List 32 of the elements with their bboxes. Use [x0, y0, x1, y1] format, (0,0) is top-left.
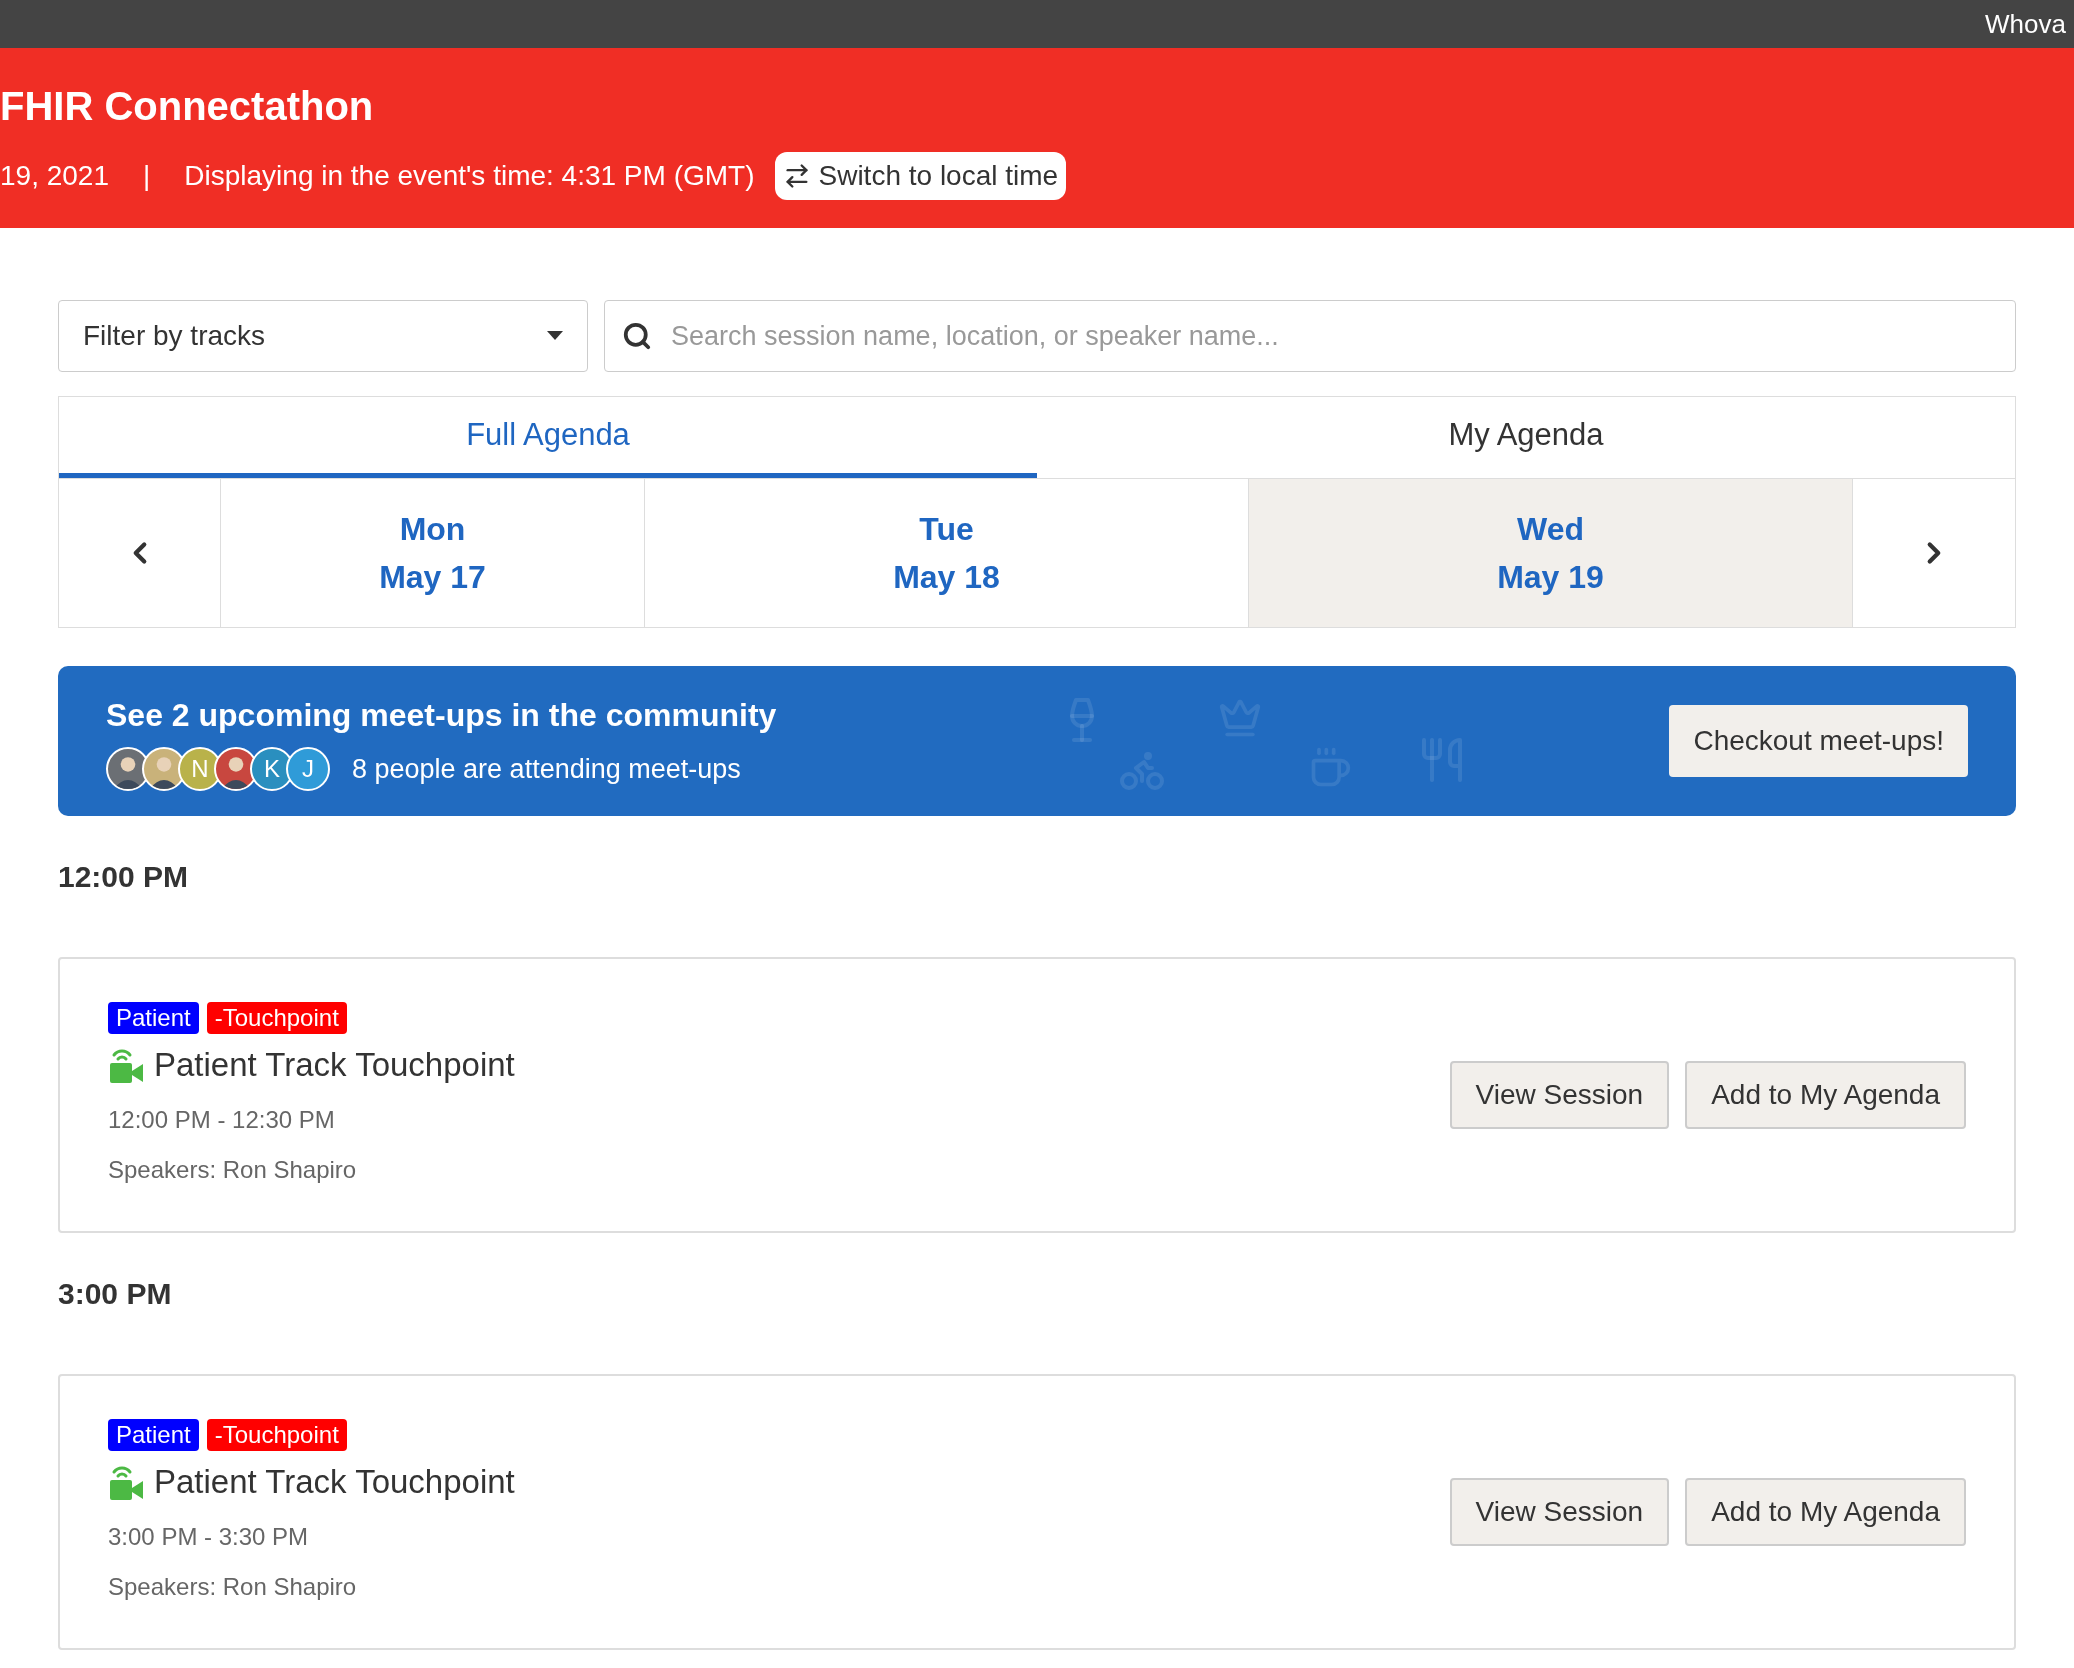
event-date: 19, 2021 [0, 159, 109, 193]
session-title: Patient Track Touchpoint [154, 1462, 515, 1503]
avatar: J [286, 747, 330, 791]
session-button[interactable]: Add to My Agenda [1685, 1061, 1966, 1129]
session-title: Patient Track Touchpoint [154, 1045, 515, 1086]
session-speakers: Speakers: Ron Shapiro [108, 1571, 358, 1602]
switch-time-button[interactable]: Switch to local time [774, 152, 1067, 200]
session-speakers: Speakers: Ron Shapiro [108, 1154, 358, 1185]
attending-count: 8 people are attending meet-ups [352, 752, 741, 786]
agenda-tab[interactable]: My Agenda [1037, 397, 2015, 478]
brand-name: Whova [1985, 7, 2066, 41]
checkout-meetups-button[interactable]: Checkout meet-ups! [1669, 705, 1968, 777]
session-button[interactable]: View Session [1449, 1061, 1670, 1129]
day-tab[interactable]: Wed May 19 [1249, 479, 1853, 627]
event-title: FHIR Connectathon [0, 86, 375, 126]
time-heading: 12:00 PM [58, 859, 190, 895]
meetups-title: See 2 upcoming meet-ups in the community [106, 696, 777, 735]
caret-icon [547, 331, 563, 341]
search-field[interactable]: Search session name, location, or speaker name... [604, 300, 2016, 372]
track-tag: -Touchpoint [206, 1419, 347, 1452]
time-heading: 3:00 PM [58, 1276, 173, 1312]
track-filter[interactable]: Filter by tracks [58, 300, 588, 372]
separator: | [143, 159, 151, 193]
track-tag: Patient [108, 1419, 199, 1452]
session-hours: 12:00 PM - 12:30 PM [108, 1104, 336, 1135]
session-button[interactable]: View Session [1449, 1478, 1670, 1546]
time-note: Displaying in the event's time: 4:31 PM (GMT) [184, 159, 755, 193]
search-icon [622, 321, 652, 351]
track-tag: Patient [108, 1002, 199, 1035]
session-hours: 3:00 PM - 3:30 PM [108, 1521, 310, 1552]
session-button[interactable]: Add to My Agenda [1685, 1478, 1966, 1546]
track-tag: -Touchpoint [206, 1002, 347, 1035]
